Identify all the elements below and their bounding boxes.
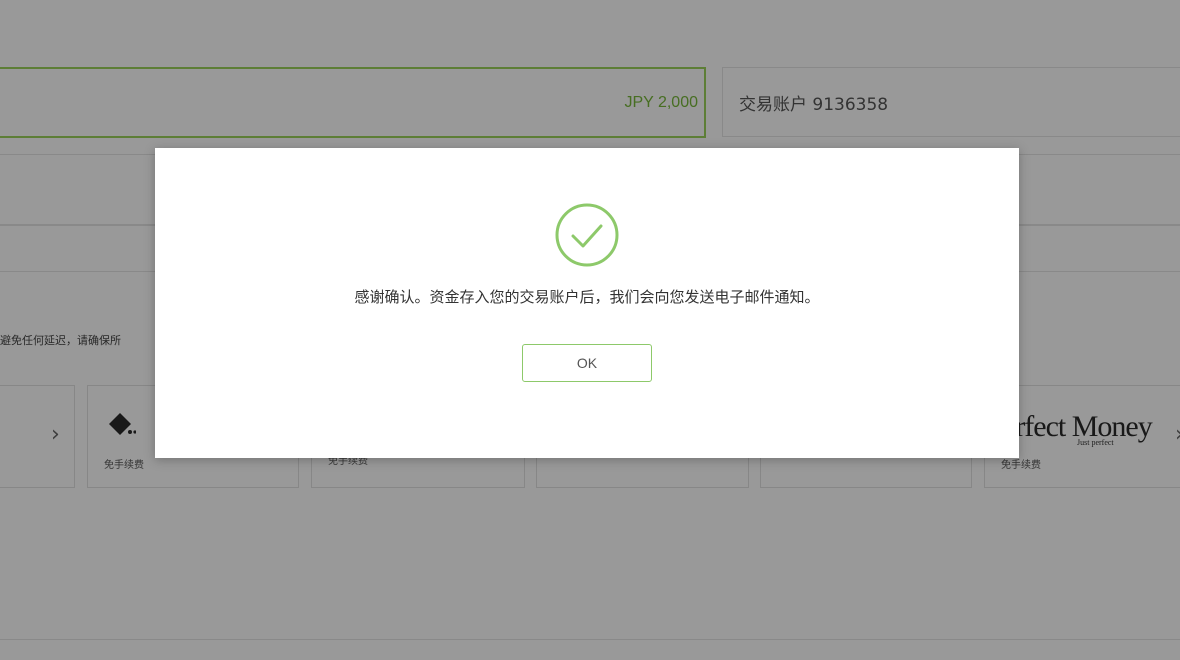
confirmation-message: 感谢确认。资金存入您的交易账户后，我们会向您发送电子邮件通知。 bbox=[354, 288, 820, 306]
payment-page: JPY 2,000 交易账户 9136358 避免任何延迟，请确保所 › 免手续… bbox=[0, 0, 1180, 660]
ok-button[interactable]: OK bbox=[522, 344, 652, 382]
confirmation-dialog: 感谢确认。资金存入您的交易账户后，我们会向您发送电子邮件通知。 OK bbox=[155, 148, 1019, 458]
check-circle-icon bbox=[555, 203, 619, 267]
